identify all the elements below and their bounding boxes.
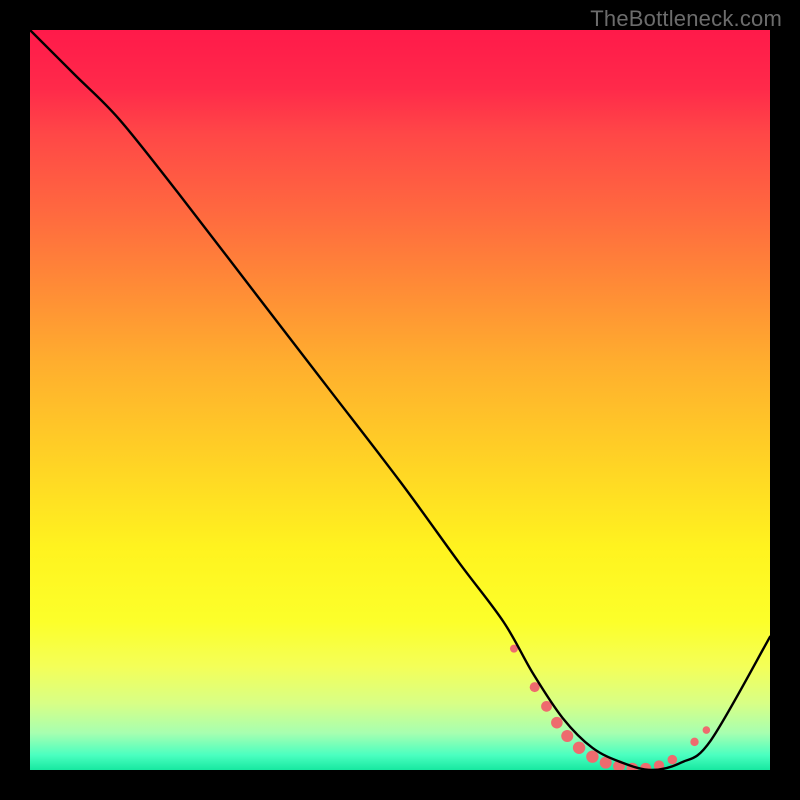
watermark-text: TheBottleneck.com xyxy=(590,6,782,32)
data-marker xyxy=(561,730,573,742)
curve-line xyxy=(30,30,770,770)
data-marker xyxy=(703,726,711,734)
data-marker xyxy=(668,755,678,765)
data-marker xyxy=(573,742,585,754)
data-marker xyxy=(586,750,598,762)
data-marker xyxy=(551,717,563,729)
markers-group xyxy=(510,645,710,770)
plot-area xyxy=(30,30,770,770)
data-marker xyxy=(690,738,698,746)
chart-svg xyxy=(30,30,770,770)
